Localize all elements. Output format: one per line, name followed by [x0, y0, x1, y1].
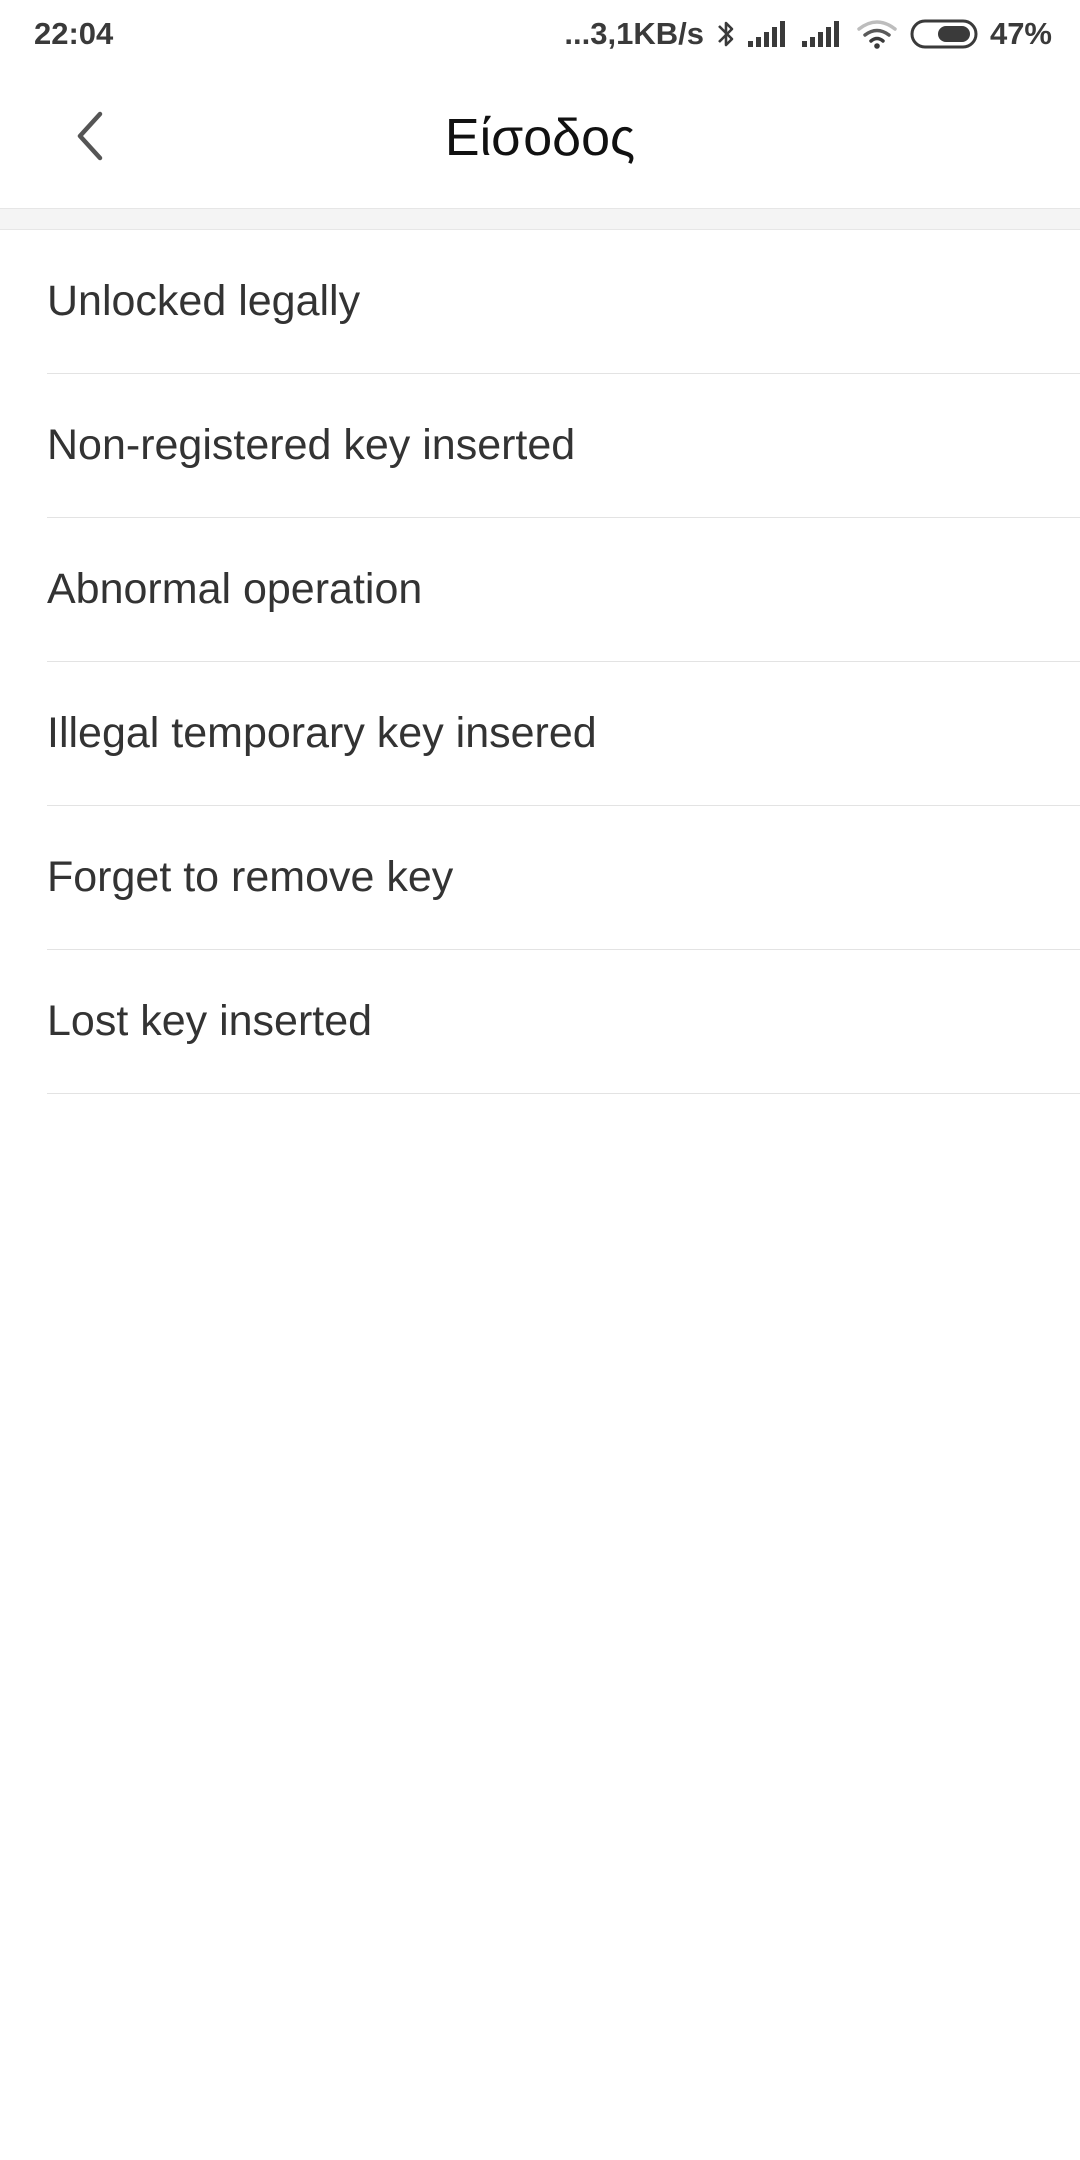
list-item-non-registered-key[interactable]: Non-registered key inserted: [47, 374, 1080, 518]
list-item-label: Non-registered key inserted: [47, 421, 576, 469]
page-title: Είσοδος: [444, 109, 636, 167]
signal-icon: [747, 19, 790, 49]
list-item-label: Lost key inserted: [47, 997, 373, 1045]
status-icons: ...3,1KB/s 47%: [564, 16, 1052, 52]
battery-icon: [910, 18, 978, 50]
list-item-lost-key[interactable]: Lost key inserted: [47, 950, 1080, 1094]
header-divider: [0, 208, 1080, 230]
list-item-abnormal-operation[interactable]: Abnormal operation: [47, 518, 1080, 662]
list-item-label: Unlocked legally: [47, 277, 361, 325]
list-item-label: Forget to remove key: [47, 853, 454, 901]
network-speed: ...3,1KB/s: [564, 16, 704, 51]
list-item-unlocked-legally[interactable]: Unlocked legally: [47, 230, 1080, 374]
signal-icon: [801, 19, 844, 49]
status-time: 22:04: [34, 16, 114, 51]
event-list: Unlocked legally Non-registered key inse…: [0, 230, 1080, 1094]
app-bar: Είσοδος: [0, 68, 1080, 208]
list-item-label: Abnormal operation: [47, 565, 423, 613]
status-bar: 22:04 ...3,1KB/s 47%: [0, 0, 1080, 68]
wifi-icon: [856, 19, 898, 49]
list-item-illegal-temporary-key[interactable]: Illegal temporary key insered: [47, 662, 1080, 806]
bluetooth-icon: [716, 17, 736, 51]
battery-percent: 47%: [989, 16, 1052, 51]
list-item-forget-remove-key[interactable]: Forget to remove key: [47, 806, 1080, 950]
list-item-label: Illegal temporary key insered: [47, 709, 597, 757]
